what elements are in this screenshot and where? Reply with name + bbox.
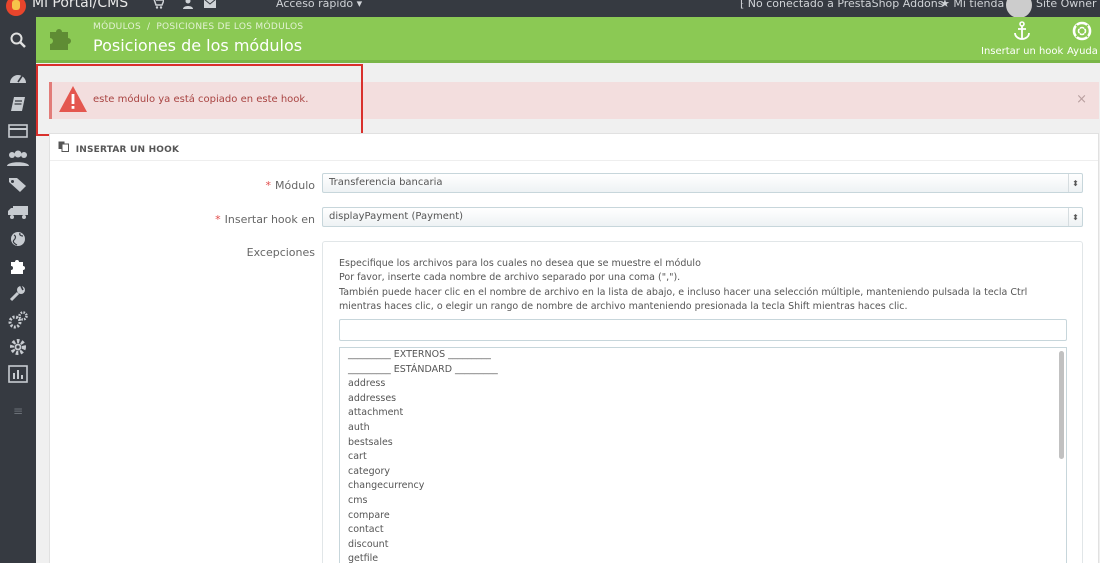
breadcrumb: MÓDULOS / POSICIONES DE LOS MÓDULOS [93,22,304,32]
payment-icon[interactable] [0,117,36,144]
select-arrows-icon: ⬍ [1068,208,1082,226]
menu-icon[interactable]: ≡ [0,397,36,424]
exceptions-help: Especifique los archivos para los cuales… [339,258,1028,313]
list-item[interactable]: changecurrency [340,479,1066,494]
page-header: MÓDULOS / POSICIONES DE LOS MÓDULOS Posici… [36,17,1100,63]
select-arrows-icon: ⬍ [1068,174,1082,192]
list-item[interactable]: auth [340,421,1066,436]
list-item[interactable]: cart [340,450,1066,465]
exceptions-box: Especifique los archivos para los cuales… [322,241,1083,563]
highlight-box [36,64,363,136]
hook-label: * Insertar hook en [215,213,315,226]
modules-icon[interactable] [0,252,36,279]
shipping-icon[interactable] [0,198,36,225]
page-title: Posiciones de los módulos [93,36,303,55]
list-item[interactable]: bestsales [340,436,1066,451]
envelope-icon[interactable] [204,0,216,11]
user-icon[interactable] [183,0,193,12]
list-item[interactable]: contact [340,523,1066,538]
list-item[interactable]: category [340,465,1066,480]
module-select[interactable]: Transferencia bancaria ⬍ [322,173,1083,193]
scrollbar[interactable] [1059,351,1064,459]
breadcrumb-item[interactable]: MÓDULOS [93,22,141,32]
panel-heading: INSERTAR UN HOOK [50,134,1098,161]
list-item[interactable]: discount [340,538,1066,553]
wrench-icon[interactable] [0,279,36,306]
globe-icon[interactable] [0,225,36,252]
stats-icon[interactable] [0,360,36,387]
list-item[interactable]: getfile [340,552,1066,563]
shop-name[interactable]: Mi Portal/CMS [32,0,128,11]
list-item[interactable]: _________ ESTÁNDARD _________ [340,363,1066,378]
cart-icon[interactable] [152,0,165,12]
list-item[interactable]: address [340,377,1066,392]
orders-icon[interactable] [0,90,36,117]
employee-menu[interactable]: Site Owner ▾ [1036,0,1100,10]
list-item[interactable]: addresses [340,392,1066,407]
list-item[interactable]: _________ EXTERNOS _________ [340,348,1066,363]
search-icon[interactable] [0,17,36,63]
exceptions-input[interactable] [339,319,1067,341]
insert-hook-panel: INSERTAR UN HOOK * Módulo Transferencia b… [49,133,1099,563]
top-navbar: Mi Portal/CMS Acceso rápido ▾ ⁅ No conec… [0,0,1100,17]
copy-icon [58,141,73,155]
insert-hook-button[interactable]: Insertar un hook [981,21,1063,57]
prestashop-logo[interactable] [6,0,26,16]
gears-icon[interactable] [0,306,36,333]
dashboard-icon[interactable] [0,63,36,90]
my-store-link[interactable]: ★ Mi tienda [940,0,1004,10]
modules-icon [47,25,75,53]
list-item[interactable]: attachment [340,406,1066,421]
lifebuoy-icon [1067,21,1098,46]
quick-access-menu[interactable]: Acceso rápido ▾ [276,0,362,10]
exceptions-label: Excepciones [246,246,315,259]
tags-icon[interactable] [0,171,36,198]
help-button[interactable]: Ayuda [1067,21,1098,57]
hook-select[interactable]: displayPayment (Payment) ⬍ [322,207,1083,227]
module-label: * Módulo [265,179,315,192]
anchor-icon [981,21,1063,46]
customers-icon[interactable] [0,144,36,171]
list-item[interactable]: compare [340,509,1066,524]
breadcrumb-item: POSICIONES DE LOS MÓDULOS [156,22,304,32]
addons-status-link[interactable]: ⁅ No conectado a PrestaShop Addons [740,0,943,10]
sidebar: ≡ [0,17,36,563]
exceptions-list[interactable]: _________ EXTERNOS _________ _________ E… [339,347,1067,563]
list-item[interactable]: cms [340,494,1066,509]
cog-icon[interactable] [0,333,36,360]
close-icon[interactable]: × [1076,92,1087,107]
avatar[interactable] [1006,0,1032,17]
